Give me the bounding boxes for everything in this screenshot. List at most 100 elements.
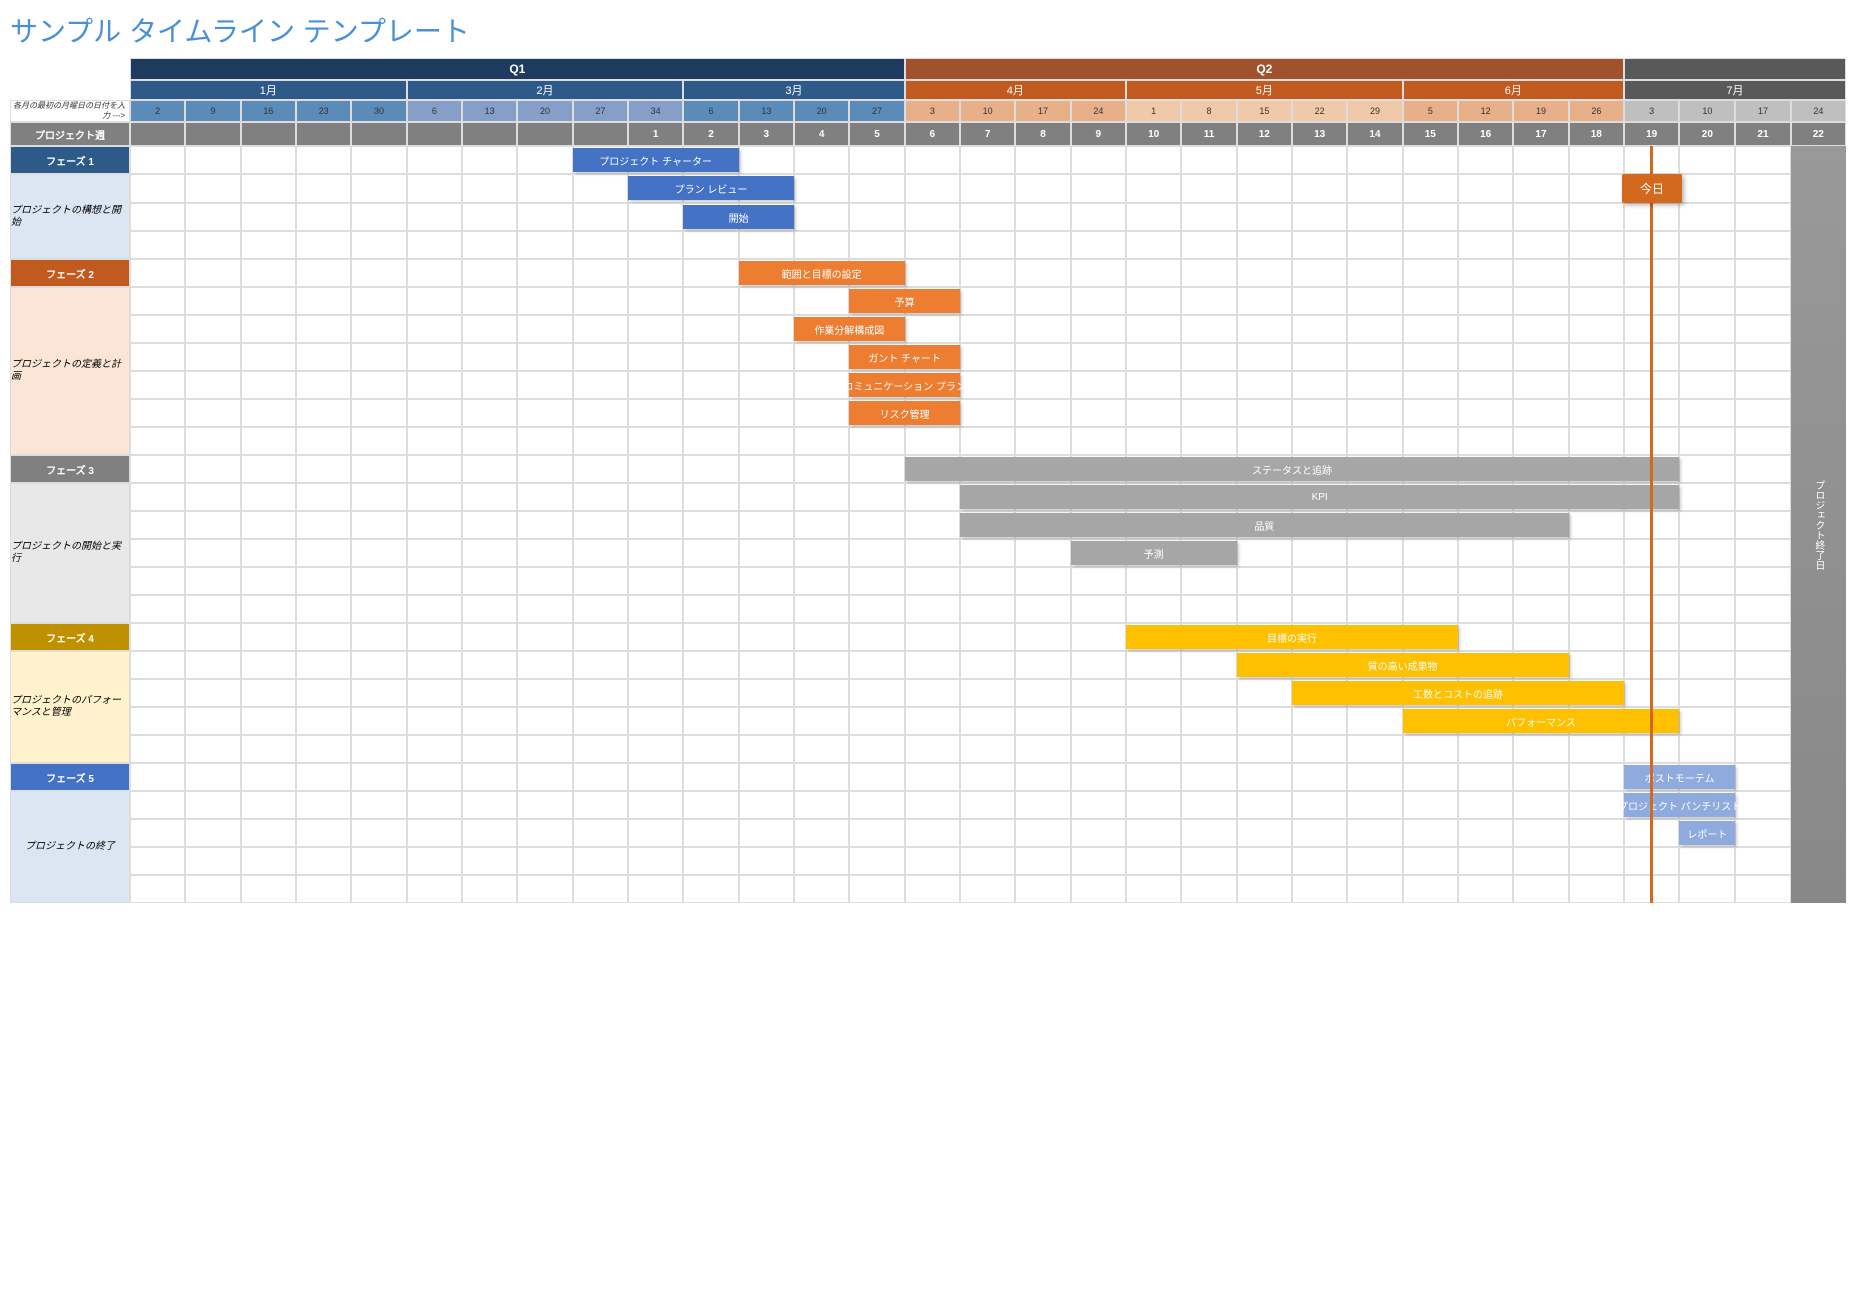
grid-cell <box>905 875 960 903</box>
task-bar[interactable]: 作業分解構成図 <box>794 317 905 341</box>
task-bar[interactable]: 品質 <box>960 513 1569 537</box>
grid-cell <box>1015 399 1070 427</box>
grid-cell <box>462 174 517 203</box>
task-bar[interactable]: ステータスと追跡 <box>905 457 1680 481</box>
task-bar[interactable]: ポストモーテム <box>1624 765 1735 789</box>
grid-cell <box>1403 315 1458 343</box>
day-header: 10 <box>1679 100 1735 122</box>
grid-cell <box>905 679 960 707</box>
grid-cell <box>1126 371 1181 399</box>
task-bar[interactable]: ガント チャート <box>849 345 960 369</box>
grid-cell <box>960 567 1015 595</box>
grid-cell <box>1347 231 1402 259</box>
task-bar[interactable]: プロジェクト パンチリスト <box>1624 793 1735 817</box>
task-bar[interactable]: KPI <box>960 485 1679 509</box>
task-bar[interactable]: リスク管理 <box>849 401 960 425</box>
grid-cell <box>462 287 517 315</box>
grid-cell <box>739 427 794 455</box>
grid-cell <box>1569 567 1624 595</box>
grid-cell <box>241 146 296 174</box>
grid-cell <box>683 595 738 623</box>
grid-cell <box>407 146 462 174</box>
grid-cell <box>185 539 240 567</box>
grid-cell <box>1292 343 1347 371</box>
grid-cell <box>573 427 628 455</box>
grid-cell <box>1569 343 1624 371</box>
grid-cell <box>462 399 517 427</box>
grid-cell <box>683 511 738 539</box>
grid-cell <box>1347 819 1402 847</box>
grid-cell <box>462 455 517 483</box>
grid-cell <box>1513 371 1568 399</box>
grid-cell <box>1015 763 1070 791</box>
grid-cell <box>794 707 849 735</box>
grid-cell <box>407 203 462 231</box>
grid-cell <box>1292 315 1347 343</box>
grid-cell <box>960 399 1015 427</box>
grid-cell <box>407 567 462 595</box>
grid-cell <box>573 287 628 315</box>
grid-cell <box>1679 455 1735 483</box>
grid-cell <box>1569 174 1624 203</box>
grid-cell <box>1458 259 1513 287</box>
day-header: 30 <box>351 100 406 122</box>
grid-cell <box>1292 259 1347 287</box>
task-bar[interactable]: 予算 <box>849 289 960 313</box>
task-bar[interactable]: 目標の実行 <box>1126 625 1458 649</box>
grid-cell <box>1735 231 1790 259</box>
grid-cell <box>683 287 738 315</box>
grid-cell <box>573 623 628 651</box>
task-bar[interactable]: パフォーマンス <box>1403 709 1680 733</box>
grid-cell <box>462 259 517 287</box>
grid-cell <box>960 735 1015 763</box>
grid-cell <box>1458 623 1513 651</box>
grid-cell <box>241 679 296 707</box>
task-bar[interactable]: 開始 <box>683 205 794 229</box>
grid-cell <box>1126 259 1181 287</box>
phase-header: フェーズ 3 <box>10 455 130 483</box>
grid-cell <box>1181 315 1236 343</box>
grid-cell <box>1237 595 1292 623</box>
grid-cell <box>794 203 849 231</box>
grid-cell <box>1513 427 1568 455</box>
grid-cell <box>407 399 462 427</box>
grid-cell <box>739 315 794 343</box>
grid-cell <box>296 399 351 427</box>
grid-cell <box>1237 763 1292 791</box>
task-bar[interactable]: 工数とコストの追跡 <box>1292 681 1624 705</box>
grid-cell <box>1458 315 1513 343</box>
grid-cell <box>1126 707 1181 735</box>
grid-cell <box>462 146 517 174</box>
grid-cell <box>683 847 738 875</box>
grid-cell <box>1458 399 1513 427</box>
grid-cell <box>185 819 240 847</box>
task-bar[interactable]: プロジェクト チャーター <box>573 148 739 172</box>
grid-cell <box>351 315 406 343</box>
grid-cell <box>905 174 960 203</box>
project-week: 12 <box>1237 122 1292 146</box>
grid-cell <box>1679 259 1735 287</box>
grid-cell <box>1735 315 1790 343</box>
grid-cell <box>1735 707 1790 735</box>
grid-cell <box>407 679 462 707</box>
task-bar[interactable]: レポート <box>1679 821 1735 845</box>
grid-cell <box>407 735 462 763</box>
task-bar[interactable]: プラン レビュー <box>628 176 794 200</box>
task-bar[interactable]: 範囲と目標の設定 <box>739 261 905 285</box>
grid-cell <box>1181 847 1236 875</box>
grid-cell <box>1126 791 1181 819</box>
grid-cell <box>1126 203 1181 231</box>
phase-desc: プロジェクトの定義と計画 <box>10 287 130 455</box>
grid-cell <box>1126 735 1181 763</box>
task-bar[interactable]: コミュニケーション プラン <box>849 373 960 397</box>
grid-cell <box>1403 763 1458 791</box>
grid-cell <box>1458 735 1513 763</box>
grid-cell <box>1458 287 1513 315</box>
grid-cell <box>1403 875 1458 903</box>
task-bar[interactable]: 予測 <box>1071 541 1237 565</box>
grid-cell <box>628 343 683 371</box>
task-bar[interactable]: 質の高い成果物 <box>1237 653 1569 677</box>
grid-cell <box>130 819 185 847</box>
grid-cell <box>1071 651 1126 679</box>
grid-cell <box>1403 819 1458 847</box>
